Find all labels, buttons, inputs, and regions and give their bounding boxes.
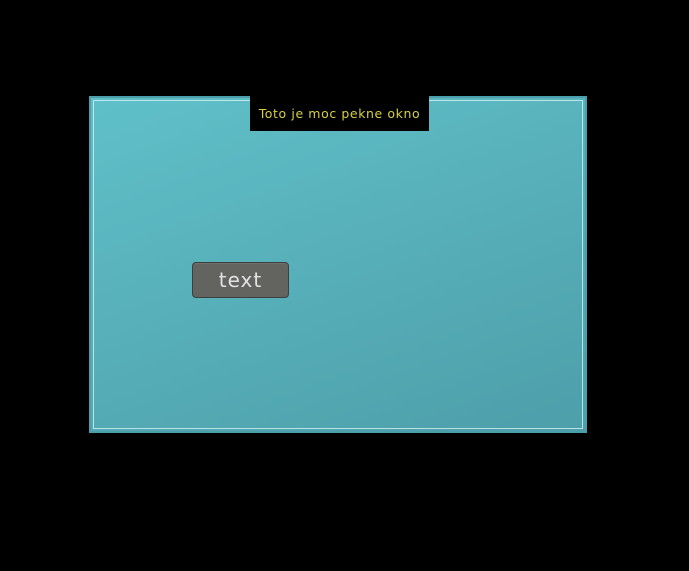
window-inner-border xyxy=(93,100,583,429)
window-title-bar[interactable]: Toto je moc pekne okno xyxy=(250,95,429,131)
screen-background: Toto je moc pekne okno text xyxy=(0,0,689,571)
text-button[interactable]: text xyxy=(192,262,289,298)
window-title: Toto je moc pekne okno xyxy=(258,105,421,121)
app-window[interactable]: Toto je moc pekne okno text xyxy=(89,95,587,433)
